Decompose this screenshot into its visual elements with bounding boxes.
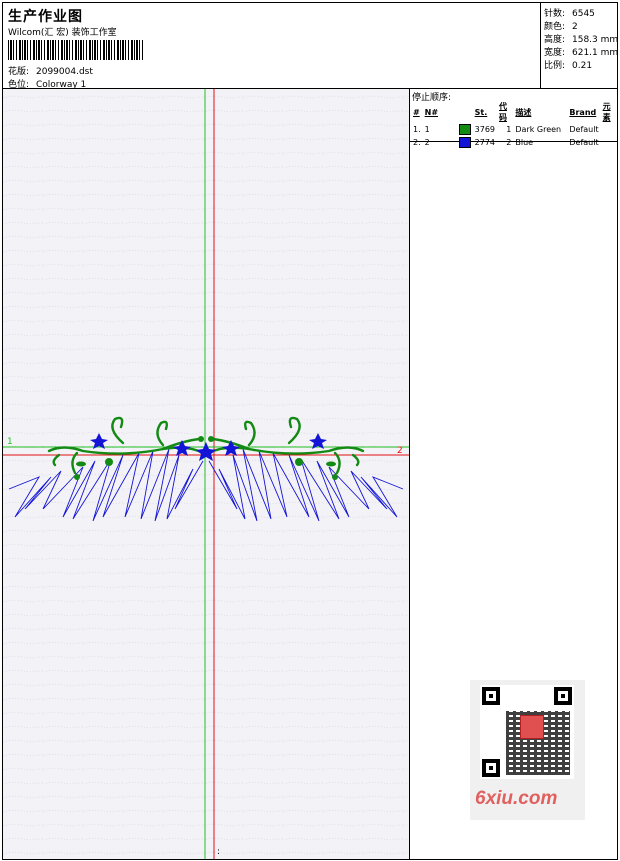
stat-value: 6545: [572, 9, 595, 19]
stat-width: 宽度: 621.1 mm: [544, 45, 618, 58]
col-code: 代码: [499, 102, 507, 122]
left-start-marker: 1: [7, 437, 13, 447]
row-brand: Default: [569, 125, 599, 134]
seal-logo: [520, 715, 544, 739]
page-title: 生产作业图: [8, 9, 83, 25]
thread-swatch: [457, 136, 473, 149]
row-n: 1: [424, 125, 430, 134]
color-table: # N# St. 代码 描述 Brand 元素 1. 1 3769 1 Dark…: [411, 101, 617, 149]
row-n: 2: [424, 138, 430, 147]
stat-value: 2: [572, 22, 578, 32]
stat-colors: 颜色: 2: [544, 19, 578, 32]
col-swatch: [457, 101, 473, 123]
color-table-header: # N# St. 代码 描述 Brand 元素: [411, 101, 617, 123]
design-row: 花版: 2099004.dst: [8, 64, 93, 77]
right-end-marker: 2: [397, 446, 403, 456]
stat-label: 高度:: [544, 35, 566, 45]
row-num: 2.: [413, 138, 421, 147]
stat-label: 宽度:: [544, 48, 566, 58]
barcode: [8, 40, 145, 60]
col-desc: 描述: [515, 107, 532, 117]
design-file: 2099004.dst: [36, 67, 93, 77]
stat-scale: 比例: 0.21: [544, 58, 592, 71]
row-element: [601, 123, 617, 136]
row-desc: Dark Green: [515, 125, 562, 134]
fabric-texture: [3, 89, 409, 859]
stat-label: 针数:: [544, 9, 566, 19]
header-panel: 生产作业图 Wilcom(汇 宏) 装饰工作室 花版: 2099004.dst 色…: [2, 2, 541, 90]
row-brand: Default: [569, 138, 599, 147]
col-brand: Brand: [569, 107, 597, 117]
stat-label: 颜色:: [544, 22, 566, 32]
row-stitches: 2774: [474, 138, 495, 147]
design-canvas[interactable]: 1 2 :: [2, 88, 410, 860]
row-element: [601, 136, 617, 149]
stat-value: 621.1 mm: [572, 48, 619, 58]
table-row[interactable]: 2. 2 2774 2 Blue Default: [411, 136, 617, 149]
stats-panel: 针数: 6545 颜色: 2 高度: 158.3 mm 宽度: 621.1 mm 比例:…: [540, 2, 618, 89]
qr-code: [480, 685, 574, 779]
table-row[interactable]: 1. 1 3769 1 Dark Green Default: [411, 123, 617, 136]
col-hash: #: [413, 107, 420, 117]
color-swatch: [458, 137, 471, 148]
stat-label: 比例:: [544, 61, 566, 71]
embroidery-preview: [3, 89, 409, 859]
watermark: 6xiu.com: [470, 680, 585, 820]
stat-value: 158.3 mm: [572, 35, 619, 45]
col-element: 元素: [602, 102, 611, 122]
thread-swatch: [457, 123, 473, 136]
col-n: N#: [424, 107, 439, 117]
qr-finder: [482, 759, 500, 777]
row-desc: Blue: [515, 138, 534, 147]
watermark-text: 6xiu.com: [475, 788, 558, 809]
qr-finder: [482, 687, 500, 705]
stop-sequence-list: 停止顺序: # N# St. 代码 描述 Brand 元素 1. 1 3769 …: [410, 89, 617, 148]
bottom-marker: :: [217, 847, 221, 857]
row-num: 1.: [413, 125, 421, 134]
row-code: 2: [506, 138, 512, 147]
row-code: 1: [506, 125, 512, 134]
stat-value: 0.21: [572, 61, 593, 71]
qr-finder: [554, 687, 572, 705]
stat-stitches: 针数: 6545: [544, 6, 595, 19]
stat-height: 高度: 158.3 mm: [544, 32, 618, 45]
design-label: 花版:: [8, 67, 30, 77]
row-stitches: 3769: [474, 125, 495, 134]
studio-name: Wilcom(汇 宏) 装饰工作室: [8, 28, 117, 38]
col-st: St.: [474, 107, 488, 117]
color-swatch: [458, 124, 471, 135]
